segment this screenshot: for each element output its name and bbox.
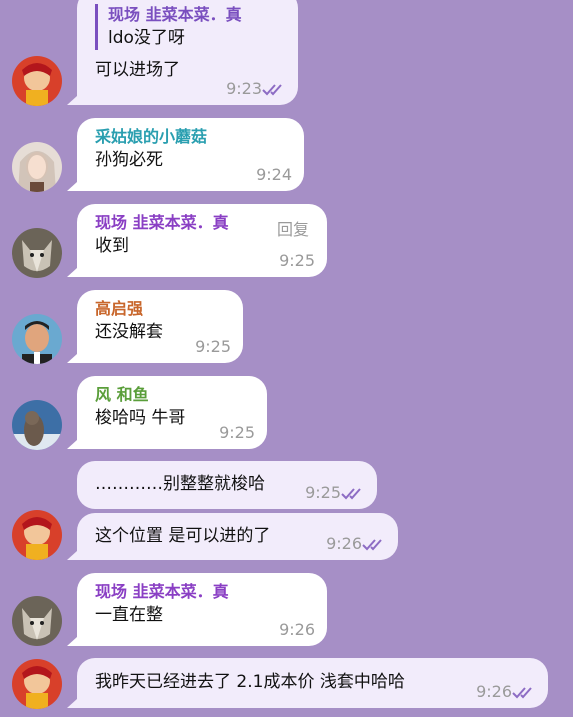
- double-check-icon: [262, 84, 282, 96]
- message-time: 9:26: [476, 682, 512, 701]
- double-check-icon: [512, 687, 532, 699]
- message-time: 9:26: [279, 620, 315, 639]
- message-sender[interactable]: 高启强: [95, 298, 229, 320]
- message-bubble[interactable]: 现场 韭菜本菜．真 回复 收到 9:25: [77, 204, 327, 277]
- message-bubble[interactable]: 风 和鱼 梭哈吗 牛哥 9:25: [77, 376, 267, 449]
- message-bubble[interactable]: 采姑娘的小蘑菇 孙狗必死 9:24: [77, 118, 304, 191]
- avatar-seal[interactable]: [12, 400, 62, 450]
- double-check-icon: [362, 539, 382, 551]
- message-time: 9:25: [195, 337, 231, 356]
- avatar-wolf[interactable]: [12, 228, 62, 278]
- message-bubble[interactable]: 这个位置 是可以进的了 9:26: [77, 513, 398, 560]
- message-bubble[interactable]: 我昨天已经进去了 2.1成本价 浅套中哈哈 9:26: [77, 658, 548, 708]
- message-time: 9:23: [226, 79, 262, 98]
- message-text: 我昨天已经进去了 2.1成本价 浅套中哈哈: [95, 672, 405, 692]
- message-time: 9:26: [326, 534, 362, 553]
- reply-quote[interactable]: 现场 韭菜本菜．真 ldo没了呀: [95, 4, 284, 50]
- quote-text: ldo没了呀: [108, 28, 185, 48]
- reply-button[interactable]: 回复: [277, 216, 309, 240]
- avatar-wolf[interactable]: [12, 596, 62, 646]
- message-time: 9:24: [256, 165, 292, 184]
- message-sender[interactable]: 风 和鱼: [95, 384, 253, 406]
- message-time: 9:25: [219, 423, 255, 442]
- message-time: 9:25: [279, 251, 315, 270]
- message-bubble[interactable]: 现场 韭菜本菜．真 ldo没了呀 可以进场了 9:23: [77, 0, 298, 105]
- double-check-icon: [341, 488, 361, 500]
- message-sender[interactable]: 采姑娘的小蘑菇: [95, 126, 290, 148]
- avatar-red-character[interactable]: [12, 659, 62, 709]
- avatar-red-character[interactable]: [12, 510, 62, 560]
- message-bubble[interactable]: …………别整整就梭哈 9:25: [77, 461, 377, 509]
- avatar-red-character[interactable]: [12, 56, 62, 106]
- avatar-man[interactable]: [12, 314, 62, 364]
- message-sender[interactable]: 现场 韭菜本菜．真: [95, 581, 313, 603]
- avatar-girl[interactable]: [12, 142, 62, 192]
- message-time: 9:25: [305, 483, 341, 502]
- message-bubble[interactable]: 高启强 还没解套 9:25: [77, 290, 243, 363]
- message-bubble[interactable]: 现场 韭菜本菜．真 一直在整 9:26: [77, 573, 327, 646]
- quote-sender: 现场 韭菜本菜．真: [108, 5, 242, 24]
